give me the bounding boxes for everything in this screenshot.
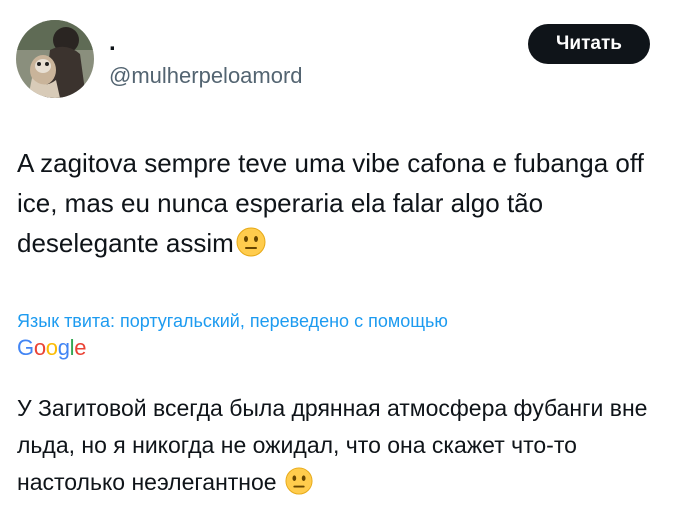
display-name[interactable]: . [109, 28, 116, 58]
avatar-photo [16, 20, 94, 98]
translated-body: У Загитовой всегда была дрянная атмосфер… [17, 395, 648, 495]
google-letter: o [45, 335, 58, 360]
avatar[interactable] [16, 20, 94, 98]
google-logo[interactable]: Google [17, 334, 86, 362]
tweet-text: A zagitova sempre teve uma vibe cafona e… [17, 143, 667, 268]
google-letter: g [57, 335, 70, 360]
google-letter: o [33, 335, 46, 360]
google-letter: G [17, 335, 34, 360]
user-handle[interactable]: @mulherpeloamord [109, 62, 303, 90]
neutral-face-emoji-icon [236, 227, 266, 268]
translation-note[interactable]: Язык твита: португальский, переведено с … [17, 309, 448, 333]
neutral-face-emoji-icon [285, 467, 313, 506]
google-letter: e [74, 335, 87, 360]
translated-text: У Загитовой всегда была дрянная атмосфер… [17, 390, 667, 506]
tweet-body: A zagitova sempre teve uma vibe cafona e… [17, 148, 644, 258]
follow-button[interactable]: Читать [528, 24, 650, 64]
